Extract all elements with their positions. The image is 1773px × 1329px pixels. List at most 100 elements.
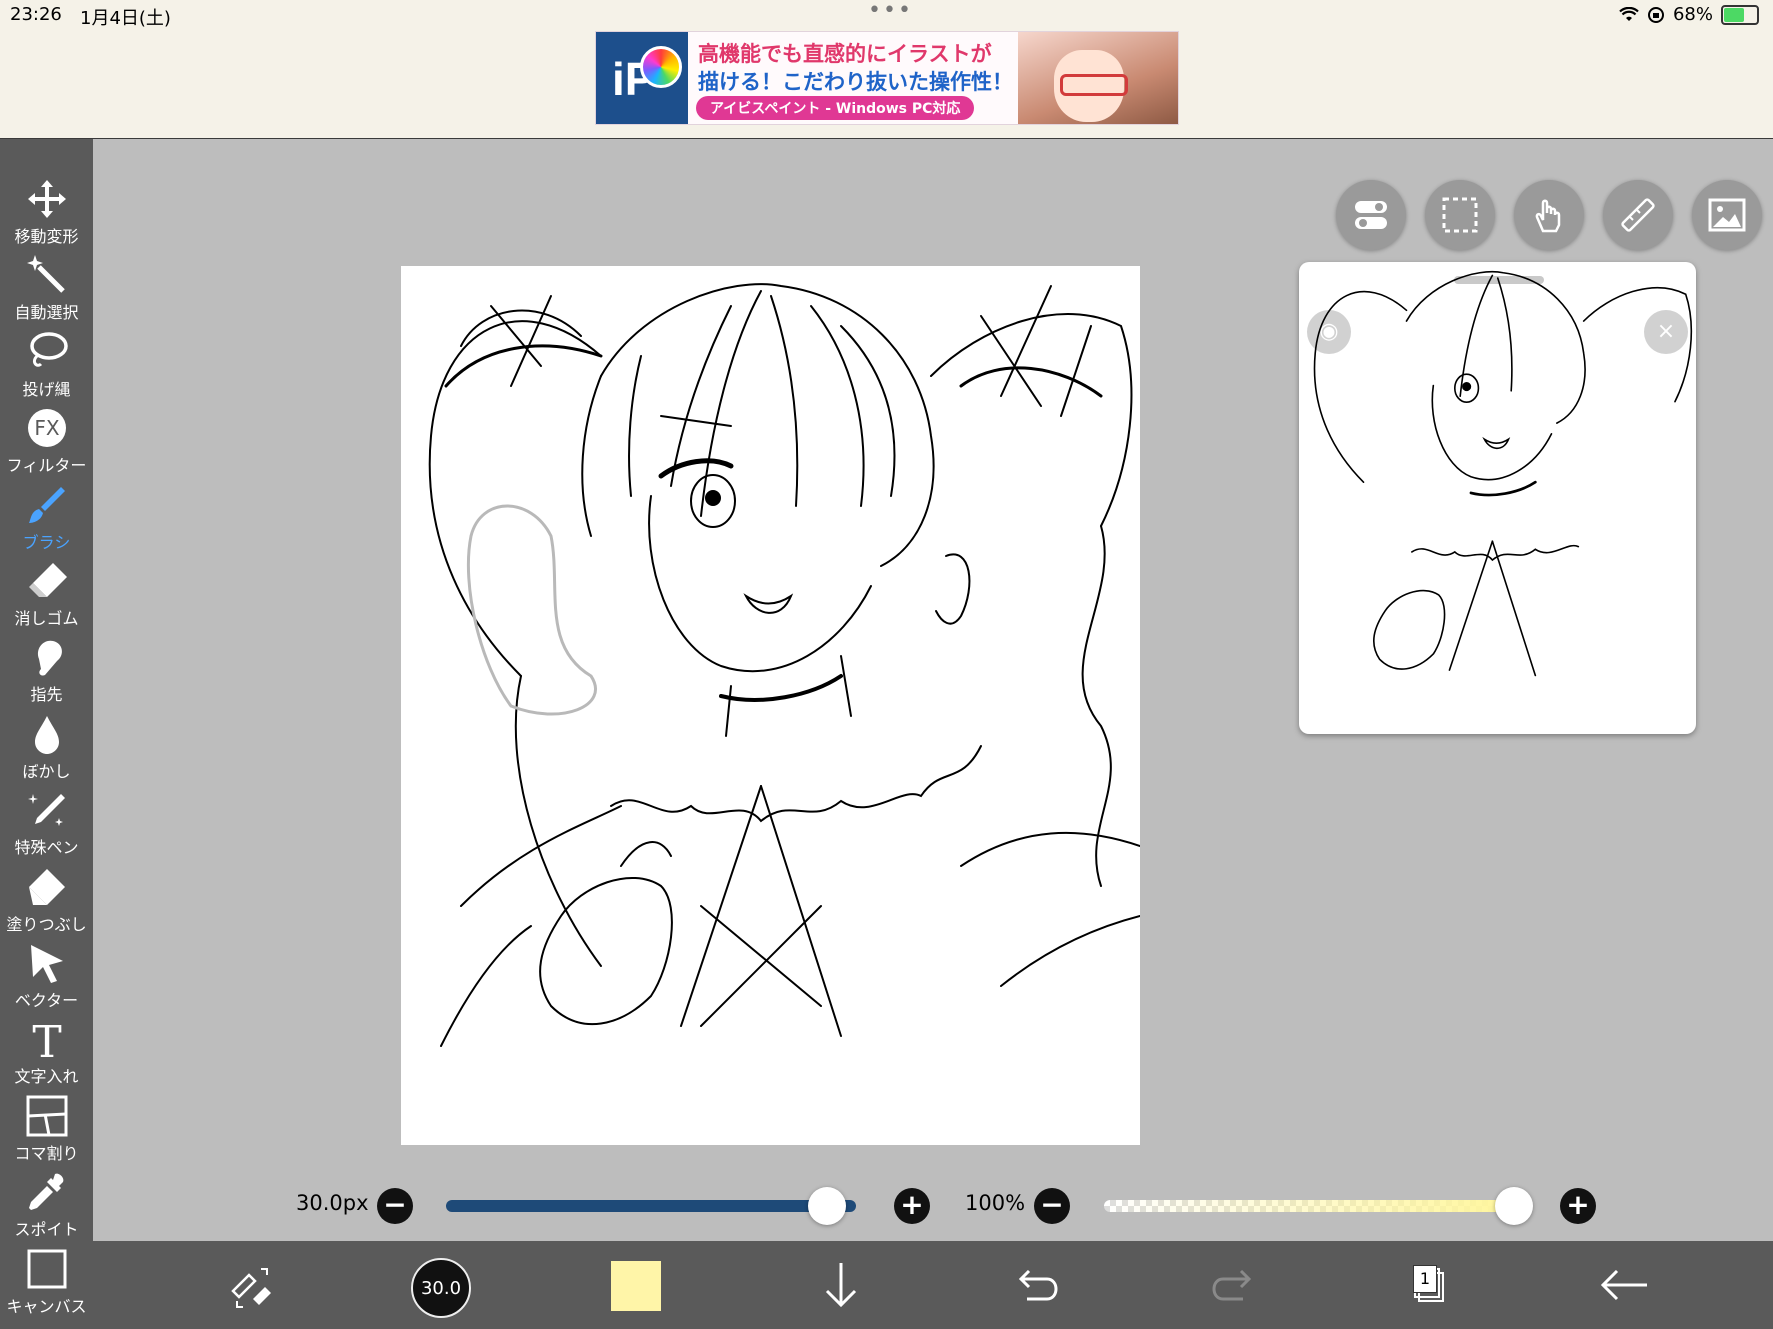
tool-magic-wand[interactable]: 自動選択 [0, 253, 93, 327]
vector-arrow-icon [0, 941, 93, 985]
tool-label: 指先 [30, 685, 63, 705]
frame-divider-icon [0, 1094, 93, 1138]
fx-icon: FX [0, 406, 93, 450]
text-icon: T [0, 1017, 93, 1061]
tool-label: コマ割り [14, 1143, 79, 1163]
ad-banner[interactable]: iP 高機能でも直感的にイラストが 描ける！こだわり抜いた操作性！ アイビスペイ… [595, 31, 1179, 125]
preview-drag-handle[interactable] [1454, 276, 1544, 284]
fill-bucket-icon [0, 865, 93, 909]
preview-sketch [1313, 271, 1693, 677]
tool-label: ぼかし [22, 761, 71, 781]
reference-preview-window[interactable]: ◉ × [1299, 262, 1696, 734]
tool-label: 移動変形 [14, 227, 79, 246]
eyedropper-icon [0, 1170, 93, 1214]
brush-size-increase-button[interactable]: + [894, 1188, 930, 1224]
undo-button[interactable] [1007, 1255, 1067, 1315]
tool-label: キャンバス [6, 1296, 87, 1316]
quick-switch-button[interactable] [223, 1255, 283, 1315]
ruler-icon [1621, 198, 1655, 232]
ad-tagline: アイビスペイント - Windows PC対応 [696, 96, 975, 120]
bottom-toolbar: 30.0 1 [93, 1241, 1773, 1329]
toggle-toolbar-button[interactable] [1336, 180, 1406, 250]
tool-fill-bucket[interactable]: 塗りつぶし [0, 865, 93, 939]
status-and-ad-bar: 23:26 1月4日(土) ••• 68% iP 高機能でも直感的にイラストが … [0, 0, 1773, 139]
brush-size-slider-handle[interactable] [808, 1187, 847, 1225]
selection-rect-icon [1442, 197, 1478, 233]
brush-eraser-swap-icon [231, 1268, 271, 1308]
tool-label: ベクター [14, 991, 79, 1010]
tool-eraser[interactable]: 消しゴム [0, 559, 93, 633]
svg-text:T: T [32, 1017, 61, 1061]
toggle-icon [1355, 201, 1387, 229]
hand-touch-icon [1535, 199, 1561, 233]
brush-size-short: 30.0 [420, 1278, 462, 1299]
back-button[interactable] [1595, 1255, 1655, 1315]
import-down-button[interactable] [811, 1255, 871, 1315]
tool-label: 文字入れ [14, 1067, 79, 1087]
arrow-down-icon [825, 1263, 857, 1308]
tool-label: フィルター [6, 456, 87, 476]
brush-size-decrease-button[interactable]: − [377, 1188, 413, 1224]
tool-move[interactable]: 移動変形 [0, 177, 93, 251]
layers-button[interactable]: 1 [1399, 1255, 1459, 1315]
selection-button[interactable] [1425, 180, 1495, 250]
arrow-left-icon [1600, 1269, 1647, 1301]
redo-button[interactable] [1203, 1255, 1263, 1315]
brush-settings-button[interactable]: 30.0 [411, 1258, 471, 1318]
brush-size-value: 30.0px [296, 1191, 369, 1215]
ruler-button[interactable] [1603, 180, 1673, 250]
ad-headline: 高機能でも直感的にイラストが [698, 42, 992, 66]
special-pen-icon [0, 788, 93, 832]
opacity-decrease-button[interactable]: − [1034, 1188, 1070, 1224]
canvas-icon [0, 1247, 93, 1291]
tool-label: 塗りつぶし [6, 914, 87, 934]
tool-canvas[interactable]: キャンバス [0, 1247, 93, 1321]
status-right: 68% [1619, 4, 1759, 25]
smudge-icon [0, 635, 93, 679]
multitask-dots-icon[interactable]: ••• [868, 0, 913, 23]
opacity-value: 100% [965, 1191, 1026, 1215]
tool-eyedropper[interactable]: スポイト [0, 1170, 93, 1244]
tool-label: スポイト [14, 1220, 79, 1240]
tool-smudge[interactable]: 指先 [0, 635, 93, 709]
tool-label: 自動選択 [14, 303, 79, 323]
blur-drop-icon [0, 712, 93, 756]
reference-window-button[interactable] [1692, 180, 1762, 250]
tool-fx[interactable]: FX フィルター [0, 406, 93, 480]
ad-character-illustration [1018, 32, 1178, 124]
opacity-slider-handle[interactable] [1495, 1187, 1533, 1225]
tool-lasso[interactable]: 投げ縄 [0, 330, 93, 404]
drawing-canvas[interactable] [401, 266, 1140, 1145]
opacity-increase-button[interactable]: + [1560, 1188, 1596, 1224]
color-picker-button[interactable] [611, 1261, 661, 1311]
tool-vector-arrow[interactable]: ベクター [0, 941, 93, 1015]
undo-icon [1018, 1269, 1058, 1301]
status-date: 1月4日(土) [80, 8, 171, 29]
move-icon [0, 177, 93, 221]
left-toolbar: 移動変形自動選択投げ縄 FX フィルターブラシ消しゴム指先ぼかし特殊ペン塗りつぶしベ… [0, 139, 93, 1329]
image-icon [1708, 198, 1746, 232]
opacity-slider[interactable] [1104, 1200, 1514, 1212]
tool-frame-divider[interactable]: コマ割り [0, 1094, 93, 1168]
tool-blur-drop[interactable]: ぼかし [0, 712, 93, 786]
ad-subheadline: 描ける！こだわり抜いた操作性！ [698, 70, 1013, 94]
preview-close-icon[interactable]: × [1644, 310, 1688, 354]
redo-icon [1212, 1269, 1252, 1301]
battery-fill [1724, 7, 1745, 22]
touch-button[interactable] [1514, 180, 1584, 250]
battery-icon [1721, 4, 1759, 25]
tool-label: 投げ縄 [22, 379, 71, 399]
tool-brush[interactable]: ブラシ [0, 483, 93, 557]
magic-wand-icon [0, 253, 93, 297]
brush-size-slider[interactable] [446, 1200, 856, 1212]
tool-text[interactable]: T 文字入れ [0, 1017, 93, 1091]
wifi-icon [1619, 6, 1639, 21]
battery-percent: 68% [1672, 4, 1713, 25]
tool-label: 消しゴム [14, 609, 79, 628]
preview-camera-icon[interactable]: ◉ [1307, 310, 1351, 354]
layer-count: 1 [1413, 1265, 1437, 1293]
svg-text:FX: FX [34, 416, 60, 440]
tool-special-pen[interactable]: 特殊ペン [0, 788, 93, 862]
tool-label: 特殊ペン [14, 838, 79, 858]
lasso-icon [0, 330, 93, 374]
